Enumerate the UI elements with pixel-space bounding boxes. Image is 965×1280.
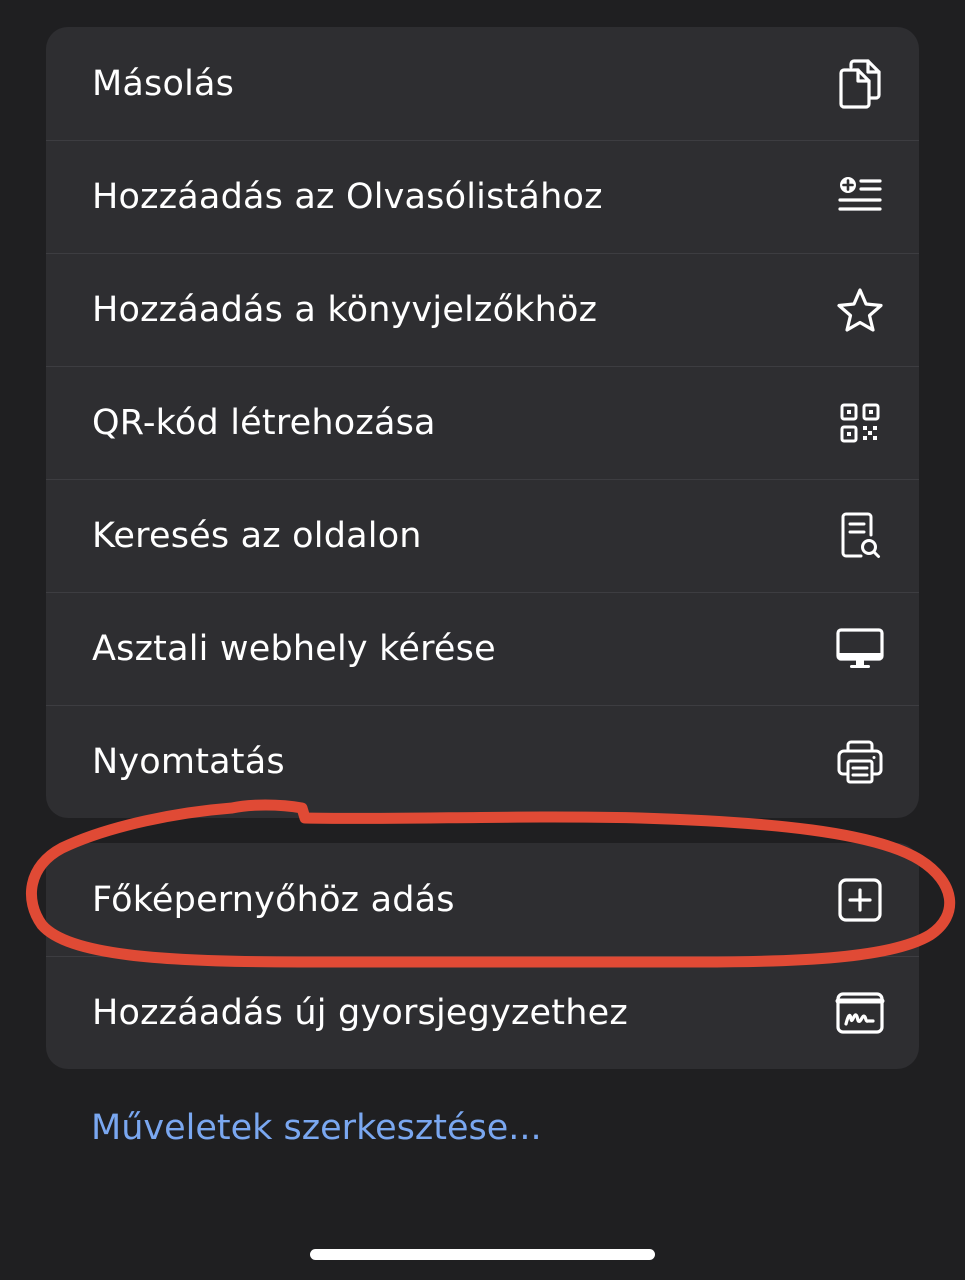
- menu-item-copy[interactable]: Másolás: [46, 27, 919, 140]
- share-menu-group-primary: Másolás Hozzáadás az Olvasólistához Hozz…: [46, 27, 919, 818]
- menu-item-bookmark[interactable]: Hozzáadás a könyvjelzőkhöz: [46, 253, 919, 366]
- menu-item-label: Nyomtatás: [92, 741, 285, 782]
- menu-item-qr-code[interactable]: QR-kód létrehozása: [46, 366, 919, 479]
- star-icon: [835, 285, 885, 335]
- menu-item-label: Hozzáadás a könyvjelzőkhöz: [92, 289, 598, 330]
- printer-icon: [835, 737, 885, 787]
- menu-item-label: Hozzáadás új gyorsjegyzethez: [92, 992, 628, 1033]
- menu-item-request-desktop-site[interactable]: Asztali webhely kérése: [46, 592, 919, 705]
- menu-item-label: Másolás: [92, 63, 235, 104]
- menu-item-add-to-home-screen[interactable]: Főképernyőhöz adás: [46, 843, 919, 956]
- menu-item-quick-note[interactable]: Hozzáadás új gyorsjegyzethez: [46, 956, 919, 1069]
- home-indicator[interactable]: [310, 1249, 655, 1260]
- menu-item-label: Keresés az oldalon: [92, 515, 422, 556]
- menu-item-label: QR-kód létrehozása: [92, 402, 436, 443]
- copy-icon: [835, 58, 885, 109]
- menu-item-label: Hozzáadás az Olvasólistához: [92, 176, 603, 217]
- reading-list-add-icon: [835, 172, 885, 222]
- edit-actions-link[interactable]: Műveletek szerkesztése...: [91, 1108, 542, 1148]
- plus-square-icon: [835, 875, 885, 925]
- find-on-page-icon: [835, 511, 885, 561]
- menu-item-find-on-page[interactable]: Keresés az oldalon: [46, 479, 919, 592]
- share-menu-group-secondary: Főképernyőhöz adás Hozzáadás új gyorsjeg…: [46, 843, 919, 1069]
- menu-item-print[interactable]: Nyomtatás: [46, 705, 919, 818]
- qr-code-icon: [835, 398, 885, 448]
- menu-item-reading-list[interactable]: Hozzáadás az Olvasólistához: [46, 140, 919, 253]
- menu-item-label: Asztali webhely kérése: [92, 628, 496, 669]
- menu-item-label: Főképernyőhöz adás: [92, 879, 455, 920]
- desktop-icon: [835, 624, 885, 674]
- quick-note-icon: [835, 988, 885, 1038]
